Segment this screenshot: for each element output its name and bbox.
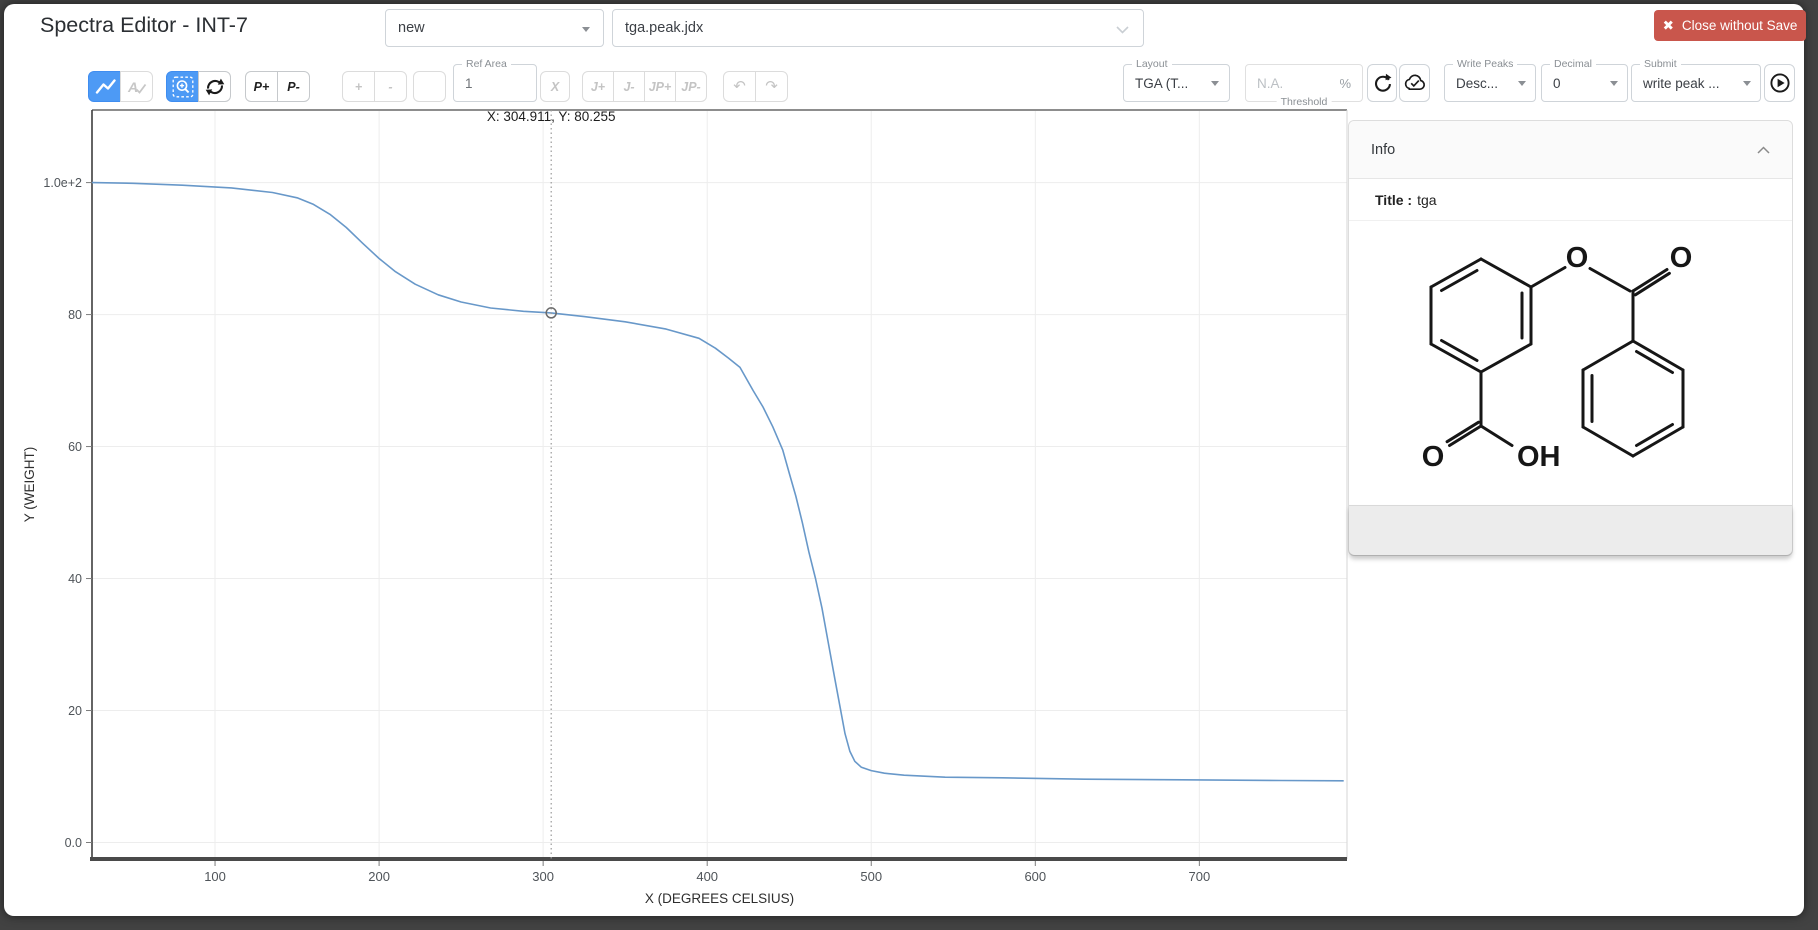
y-axis-label: Y (WEIGHT) bbox=[22, 447, 37, 523]
layout-label: Layout bbox=[1132, 58, 1172, 70]
atom-label-O-carbonyl: O bbox=[1670, 242, 1693, 274]
chevron-down-icon bbox=[1743, 81, 1751, 86]
x-tick-label: 600 bbox=[1024, 869, 1046, 884]
svg-text:A: A bbox=[127, 79, 138, 95]
y-tick-label: 0.0 bbox=[65, 836, 82, 850]
y-tick-label: 40 bbox=[68, 572, 82, 586]
info-panel-title: Info bbox=[1371, 142, 1395, 158]
info-panel: Info Title : tga bbox=[1348, 120, 1793, 556]
submit-value: write peak ... bbox=[1632, 76, 1737, 91]
decimal-select[interactable]: Decimal 0 bbox=[1541, 64, 1628, 102]
spectra-editor-window: Spectra Editor - INT-7 new tga.peak.jdx … bbox=[4, 4, 1804, 916]
chevron-up-icon bbox=[1757, 146, 1770, 154]
tga-curve bbox=[92, 183, 1344, 781]
chevron-down-icon bbox=[1518, 81, 1526, 86]
reset-cycle-icon bbox=[204, 76, 226, 98]
info-panel-header[interactable]: Info bbox=[1349, 121, 1792, 179]
cursor-readout: X: 304.911, Y: 80.255 bbox=[487, 109, 616, 124]
atom-label-O-ester: O bbox=[1566, 242, 1589, 274]
file-select[interactable]: tga.peak.jdx bbox=[612, 9, 1144, 47]
submit-label: Submit bbox=[1640, 58, 1681, 70]
molecule-area: O O O OH bbox=[1349, 221, 1792, 505]
close-button-label: Close without Save bbox=[1682, 18, 1798, 33]
x-axis-label: X (DEGREES CELSIUS) bbox=[645, 891, 794, 906]
page-title: Spectra Editor - INT-7 bbox=[40, 13, 248, 38]
chevron-down-icon bbox=[1116, 26, 1129, 34]
refresh-icon bbox=[1372, 73, 1393, 94]
sample-title-value: tga bbox=[1417, 192, 1436, 208]
chevron-down-icon bbox=[1610, 81, 1618, 86]
chevron-down-icon bbox=[582, 27, 590, 32]
ref-area-input[interactable] bbox=[454, 75, 522, 92]
line-chart-icon bbox=[94, 76, 116, 98]
ref-area-label: Ref Area bbox=[462, 58, 511, 70]
x-tick-label: 300 bbox=[532, 869, 554, 884]
y-tick-label: 60 bbox=[68, 440, 82, 454]
sample-title-row: Title : tga bbox=[1349, 179, 1792, 221]
y-tick-label: 20 bbox=[68, 704, 82, 718]
y-tick-label: 1.0e+2 bbox=[43, 176, 82, 190]
x-tick-label: 400 bbox=[696, 869, 718, 884]
decimal-value: 0 bbox=[1542, 76, 1603, 91]
tga-chart[interactable]: 100 200 300 400 500 600 700 0.0 20 40 60 80 1.0e+2 X … bbox=[4, 96, 1349, 912]
atom-label-O-acid: O bbox=[1422, 441, 1445, 473]
undo-icon: ↶ bbox=[733, 79, 746, 94]
chevron-down-icon bbox=[1211, 81, 1219, 86]
close-without-save-button[interactable]: ✖ Close without Save bbox=[1654, 10, 1806, 41]
decimal-label: Decimal bbox=[1550, 58, 1596, 70]
x-tick-label: 700 bbox=[1189, 869, 1211, 884]
cloud-save-button[interactable] bbox=[1399, 64, 1430, 102]
close-icon: ✖ bbox=[1663, 18, 1674, 34]
molecule-structure: O O O OH bbox=[1396, 223, 1716, 473]
play-icon bbox=[1769, 72, 1791, 94]
x-tick-label: 200 bbox=[368, 869, 390, 884]
redo-icon: ↷ bbox=[765, 79, 778, 94]
file-select-value: tga.peak.jdx bbox=[613, 20, 703, 36]
atom-label-OH: OH bbox=[1517, 441, 1561, 473]
write-peaks-value: Desc... bbox=[1445, 76, 1512, 91]
write-peaks-label: Write Peaks bbox=[1453, 58, 1517, 70]
zoom-in-icon bbox=[172, 76, 194, 98]
write-peaks-select[interactable]: Write Peaks Desc... bbox=[1444, 64, 1536, 102]
a-check-icon: A bbox=[125, 76, 149, 98]
x-tick-label: 500 bbox=[860, 869, 882, 884]
refresh-button[interactable] bbox=[1367, 64, 1397, 102]
dataset-select[interactable]: new bbox=[385, 9, 604, 47]
x-tick-label: 100 bbox=[204, 869, 226, 884]
sample-title-label: Title : bbox=[1375, 192, 1412, 208]
y-tick-label: 80 bbox=[68, 308, 82, 322]
percent-suffix: % bbox=[1339, 76, 1351, 91]
submit-select[interactable]: Submit write peak ... bbox=[1631, 64, 1761, 102]
cloud-check-icon bbox=[1402, 73, 1428, 93]
threshold-input[interactable] bbox=[1246, 75, 1314, 92]
dataset-select-value: new bbox=[386, 20, 425, 36]
submit-run-button[interactable] bbox=[1764, 64, 1795, 102]
info-panel-footer bbox=[1349, 505, 1792, 555]
layout-value: TGA (T... bbox=[1124, 76, 1205, 91]
